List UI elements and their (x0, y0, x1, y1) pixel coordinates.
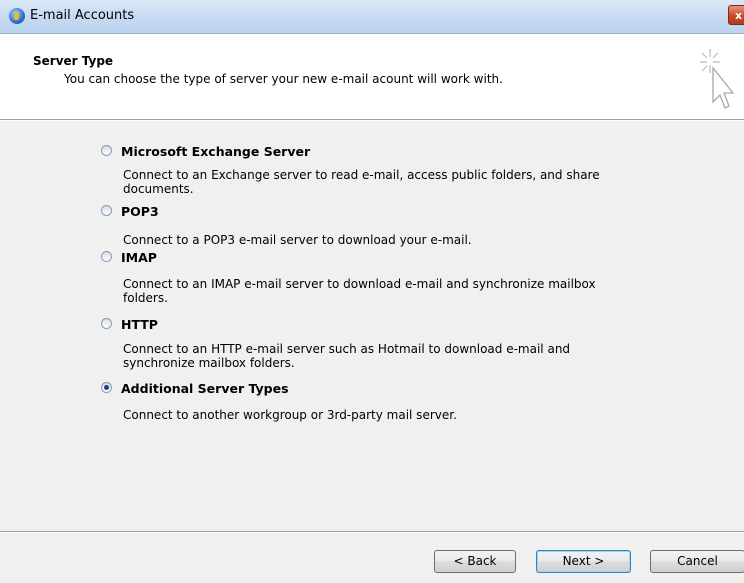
option-label[interactable]: IMAP (121, 250, 157, 265)
option-label[interactable]: HTTP (121, 317, 158, 332)
radio-http[interactable] (101, 318, 112, 329)
radio-pop3[interactable] (101, 205, 112, 216)
wizard-header: Server Type You can choose the type of s… (0, 34, 744, 119)
option-label[interactable]: Additional Server Types (121, 381, 289, 396)
outlook-globe-icon (9, 8, 25, 24)
option-description: Connect to an Exchange server to read e-… (123, 168, 600, 196)
option-description: Connect to another workgroup or 3rd-part… (123, 408, 457, 422)
page-title: Server Type (33, 54, 114, 68)
page-subtitle: You can choose the type of server your n… (64, 72, 503, 86)
window-title: E-mail Accounts (30, 8, 135, 23)
option-label[interactable]: Microsoft Exchange Server (121, 144, 310, 159)
cancel-button[interactable]: Cancel (650, 550, 744, 573)
title-bar: E-mail Accounts x (0, 0, 744, 34)
close-button[interactable]: x (728, 5, 744, 25)
close-icon: x (735, 9, 743, 22)
radio-exchange[interactable] (101, 145, 112, 156)
option-description: Connect to an IMAP e-mail server to down… (123, 277, 596, 305)
option-description: Connect to a POP3 e-mail server to downl… (123, 233, 472, 247)
radio-additional[interactable] (101, 382, 112, 393)
option-description: Connect to an HTTP e-mail server such as… (123, 342, 571, 370)
next-button[interactable]: Next > (536, 550, 631, 573)
option-label[interactable]: POP3 (121, 204, 159, 219)
back-button[interactable]: < Back (434, 550, 516, 573)
radio-imap[interactable] (101, 251, 112, 262)
sparkle-cursor-icon (700, 49, 735, 109)
